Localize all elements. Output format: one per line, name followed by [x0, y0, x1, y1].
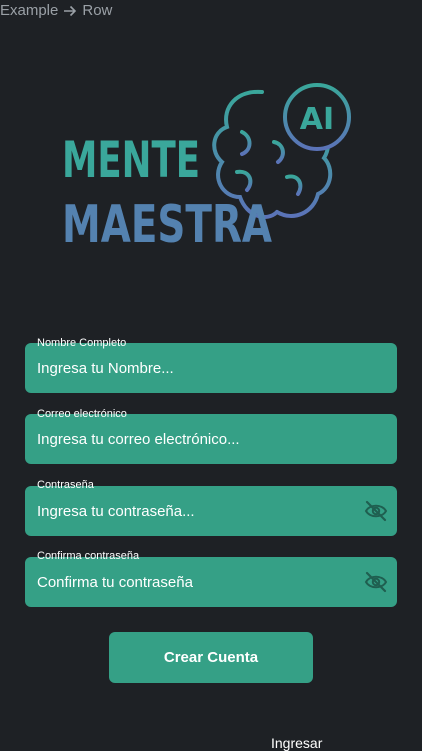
confirm-field[interactable]	[25, 557, 397, 607]
email-field[interactable]	[25, 414, 397, 464]
name-field[interactable]	[25, 343, 397, 393]
eye-off-icon[interactable]	[364, 571, 388, 593]
logo-line1: MENTE	[62, 131, 200, 189]
breadcrumb-from: Example	[0, 2, 59, 19]
password-label: Contraseña	[37, 479, 94, 491]
arrow-right-icon	[64, 5, 77, 16]
eye-off-icon[interactable]	[364, 500, 388, 522]
confirm-label: Confirma contraseña	[37, 550, 140, 562]
logo-badge: AI	[300, 102, 334, 137]
login-link[interactable]: Ingresar	[271, 735, 322, 751]
breadcrumb-to: Row	[82, 2, 113, 19]
name-label: Nombre Completo	[37, 337, 127, 349]
confirm-input[interactable]	[37, 557, 357, 607]
name-input[interactable]	[37, 343, 357, 393]
password-field[interactable]	[25, 486, 397, 536]
breadcrumb: Example Row	[0, 2, 112, 19]
logo-line2: MAESTRA	[62, 195, 272, 252]
create-account-button[interactable]: Crear Cuenta	[109, 632, 313, 683]
app-logo: AI MENTE MAESTRA	[62, 83, 351, 252]
password-input[interactable]	[37, 486, 357, 536]
email-label: Correo electrónico	[37, 408, 127, 420]
email-input[interactable]	[37, 414, 357, 464]
